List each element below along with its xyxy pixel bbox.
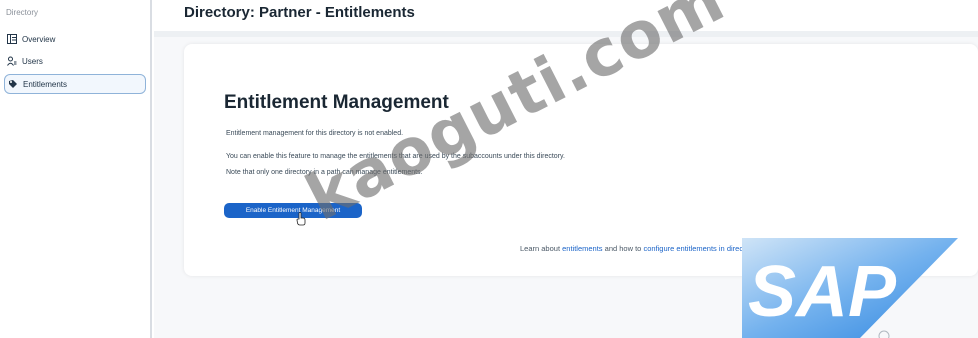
sap-logo: SAP xyxy=(742,238,958,338)
sap-logo-text: SAP xyxy=(748,252,897,332)
sidebar-item-users[interactable]: Users xyxy=(4,51,146,71)
sidebar-item-label: Entitlements xyxy=(23,79,68,89)
learn-more-text: Learn about entitlements and how to conf… xyxy=(520,244,764,253)
overview-icon xyxy=(6,33,18,45)
sidebar-item-entitlements[interactable]: Entitlements xyxy=(4,74,146,94)
sidebar-item-overview[interactable]: Overview xyxy=(4,29,146,49)
sidebar-item-label: Users xyxy=(22,56,43,66)
sidebar: Directory Overview Users Entitlements xyxy=(0,0,152,338)
learn-middle: and how to xyxy=(602,244,644,253)
sidebar-heading: Directory xyxy=(6,8,39,17)
page-title: Directory: Partner - Entitlements xyxy=(184,4,415,21)
hand-cursor-icon xyxy=(296,212,306,226)
entitlements-icon xyxy=(7,78,19,90)
learn-prefix: Learn about xyxy=(520,244,563,253)
users-icon xyxy=(6,55,18,67)
entitlements-link[interactable]: entitlements xyxy=(562,244,602,253)
sidebar-item-label: Overview xyxy=(22,34,56,44)
